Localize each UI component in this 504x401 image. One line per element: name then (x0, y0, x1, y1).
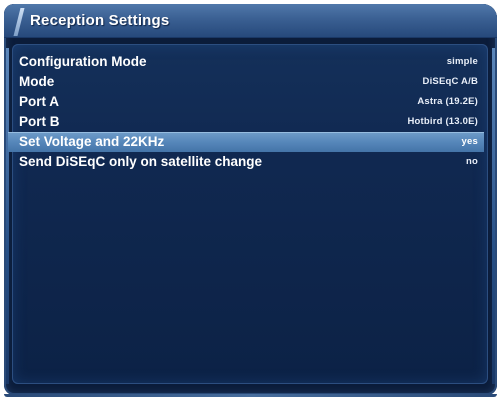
setting-label: Send DiSEqC only on satellite change (19, 154, 263, 169)
setting-value[interactable]: DiSEqC A/B (423, 72, 478, 92)
title-accent-icon (13, 8, 25, 36)
setting-port-a[interactable]: Port A Astra (19.2E) (8, 92, 484, 112)
setting-value[interactable]: simple (447, 52, 478, 72)
setting-value[interactable]: yes (462, 132, 478, 152)
setting-label: Port A (19, 94, 59, 109)
setting-label: Configuration Mode (19, 54, 147, 69)
right-edge-glow (492, 48, 495, 384)
setting-configuration-mode[interactable]: Configuration Mode simple (8, 52, 484, 72)
settings-list: Configuration Mode simple Mode DiSEqC A/… (8, 52, 484, 172)
setting-value[interactable]: Astra (19.2E) (417, 92, 478, 112)
setting-voltage-22khz[interactable]: Set Voltage and 22KHz yes (8, 132, 484, 152)
title-bar: Reception Settings (4, 4, 497, 38)
setting-value[interactable]: Hotbird (13.0E) (407, 112, 478, 132)
setting-mode[interactable]: Mode DiSEqC A/B (8, 72, 484, 92)
frame-bottom-edge (4, 394, 497, 397)
setting-label: Set Voltage and 22KHz (19, 134, 165, 149)
setting-port-b[interactable]: Port B Hotbird (13.0E) (8, 112, 484, 132)
setting-label: Port B (19, 114, 60, 129)
setting-label: Mode (19, 74, 55, 89)
setting-diseqc-on-change[interactable]: Send DiSEqC only on satellite change no (8, 152, 484, 172)
setting-value[interactable]: no (466, 152, 478, 172)
window-title: Reception Settings (30, 12, 170, 29)
